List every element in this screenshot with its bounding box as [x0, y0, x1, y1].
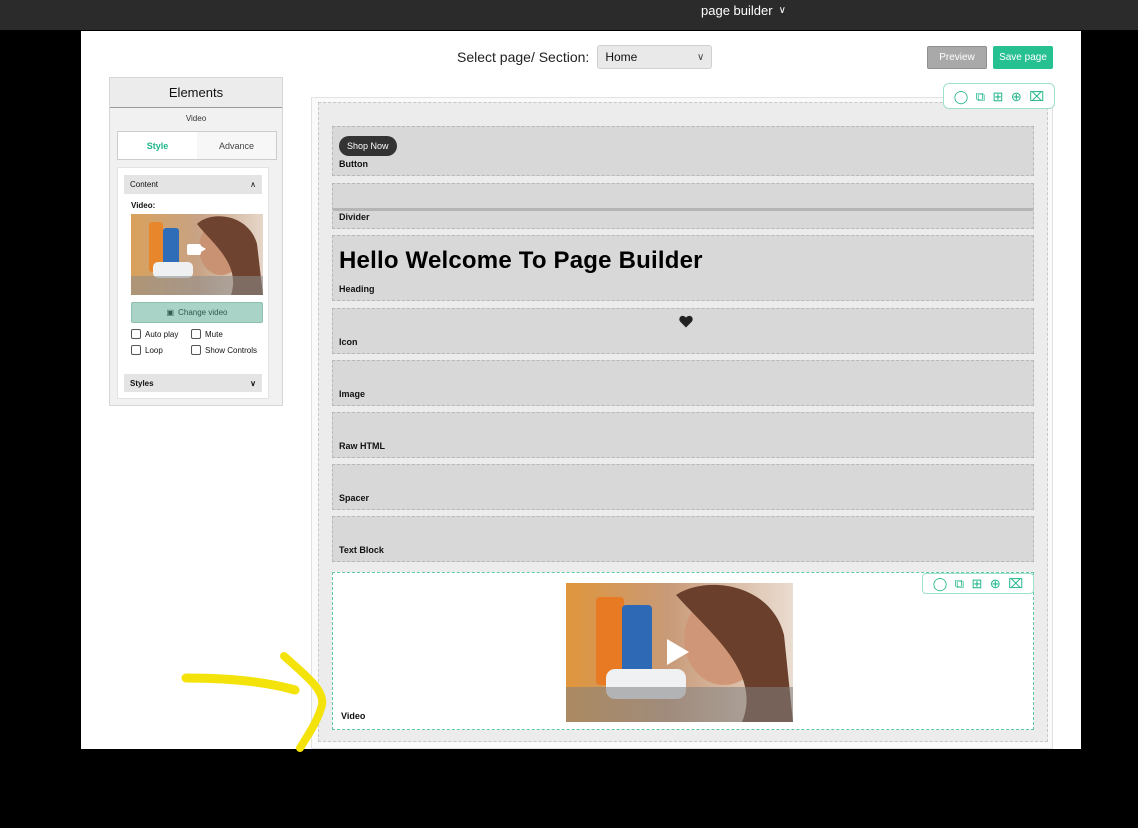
page-select-value: Home: [605, 50, 638, 64]
yellow-arrow-annotation: [181, 652, 327, 752]
app-window: Select page/ Section: Home ∨ Preview Sav…: [81, 31, 1081, 749]
text-block[interactable]: Text Block: [332, 516, 1034, 562]
builder-canvas: ◯ ⧉ ⊞ ⊕ ⌧ Shop Now Button Divider Hello …: [311, 83, 1055, 749]
block-label: Heading: [339, 284, 375, 294]
save-page-button[interactable]: Save page: [993, 46, 1053, 69]
block-label: Text Block: [339, 545, 384, 555]
video-block[interactable]: ◯ ⧉ ⊞ ⊕ ⌧ Video: [332, 572, 1034, 730]
block-label: Icon: [339, 337, 358, 347]
raw-html-block[interactable]: Raw HTML: [332, 412, 1034, 458]
page-select-dropdown[interactable]: Home ∨: [597, 45, 713, 69]
styles-section-label: Styles: [130, 378, 154, 388]
mute-checkbox[interactable]: Mute: [191, 329, 271, 339]
shop-now-button[interactable]: Shop Now: [339, 136, 397, 156]
chevron-down-icon: ∨: [696, 51, 705, 63]
tab-style[interactable]: Style: [118, 132, 197, 159]
block-label: Raw HTML: [339, 441, 385, 451]
change-video-button[interactable]: ▣ Change video: [131, 302, 263, 323]
divider-block[interactable]: Divider: [332, 183, 1034, 229]
page-builder-menu[interactable]: page builder ∨: [701, 3, 786, 18]
autoplay-checkbox[interactable]: Auto play: [131, 329, 191, 339]
panel-tabs: Style Advance: [117, 131, 277, 160]
video-block-toolbar: ◯ ⧉ ⊞ ⊕ ⌧: [922, 573, 1034, 594]
change-video-icon: ▣: [166, 308, 175, 317]
duplicate-icon[interactable]: ⧉: [976, 90, 985, 103]
styles-section-header[interactable]: Styles ∨: [124, 374, 262, 392]
top-bar: page builder ∨: [0, 0, 1138, 30]
add-icon[interactable]: ⊞: [993, 90, 1004, 103]
add-icon[interactable]: ⊞: [972, 577, 983, 590]
play-icon[interactable]: [667, 639, 689, 665]
page-builder-menu-label: page builder: [701, 3, 773, 18]
block-label: Divider: [339, 212, 370, 222]
preview-button[interactable]: Preview: [927, 46, 987, 69]
tab-advance[interactable]: Advance: [197, 132, 276, 159]
video-camera-icon: [187, 244, 206, 255]
button-block[interactable]: Shop Now Button: [332, 126, 1034, 176]
elements-panel: Elements Video Style Advance Content ∧ V…: [109, 77, 283, 406]
block-label: Image: [339, 389, 366, 399]
style-card: Content ∧ Video: ▣ Change video Auto pla…: [117, 167, 269, 399]
section-container[interactable]: ◯ ⧉ ⊞ ⊕ ⌧ Shop Now Button Divider Hello …: [318, 83, 1055, 742]
loop-checkbox[interactable]: Loop: [131, 345, 191, 355]
video-options: Auto play Mute Loop Show Controls: [131, 329, 268, 355]
elements-panel-title: Elements: [110, 78, 282, 108]
duplicate-icon[interactable]: ⧉: [955, 577, 964, 590]
chevron-up-icon: ∧: [250, 180, 256, 189]
icon-block[interactable]: Icon: [332, 308, 1034, 354]
content-section-label: Content: [130, 180, 159, 189]
selected-element-name: Video: [185, 114, 207, 123]
video-player[interactable]: [566, 583, 793, 722]
block-label: Spacer: [339, 493, 370, 503]
video-thumbnail: [131, 214, 263, 295]
content-section-header[interactable]: Content ∧: [124, 175, 262, 194]
add-column-icon[interactable]: ⊕: [990, 577, 1001, 590]
close-icon[interactable]: ⌧: [1029, 90, 1044, 103]
toggle-icon[interactable]: ◯: [954, 90, 969, 103]
chevron-down-icon: ∨: [250, 378, 256, 388]
heading-text: Hello Welcome To Page Builder: [339, 247, 703, 274]
heading-block[interactable]: Hello Welcome To Page Builder Heading: [332, 235, 1034, 301]
block-label: Button: [339, 159, 368, 169]
heart-icon: [679, 315, 693, 328]
divider-line: [333, 208, 1033, 211]
image-block[interactable]: Image: [332, 360, 1034, 406]
page-section-selector: Select page/ Section: Home ∨: [457, 45, 713, 69]
section-toolbar: ◯ ⧉ ⊞ ⊕ ⌧: [943, 83, 1055, 109]
chevron-down-icon: ∨: [778, 5, 786, 16]
change-video-label: Change video: [178, 308, 228, 317]
select-page-label: Select page/ Section:: [457, 49, 590, 65]
show-controls-checkbox[interactable]: Show Controls: [191, 345, 271, 355]
spacer-block[interactable]: Spacer: [332, 464, 1034, 510]
block-label: Video: [341, 711, 366, 721]
video-field-label: Video:: [131, 201, 156, 210]
close-icon[interactable]: ⌧: [1008, 577, 1023, 590]
toggle-icon[interactable]: ◯: [933, 577, 948, 590]
add-column-icon[interactable]: ⊕: [1011, 90, 1022, 103]
